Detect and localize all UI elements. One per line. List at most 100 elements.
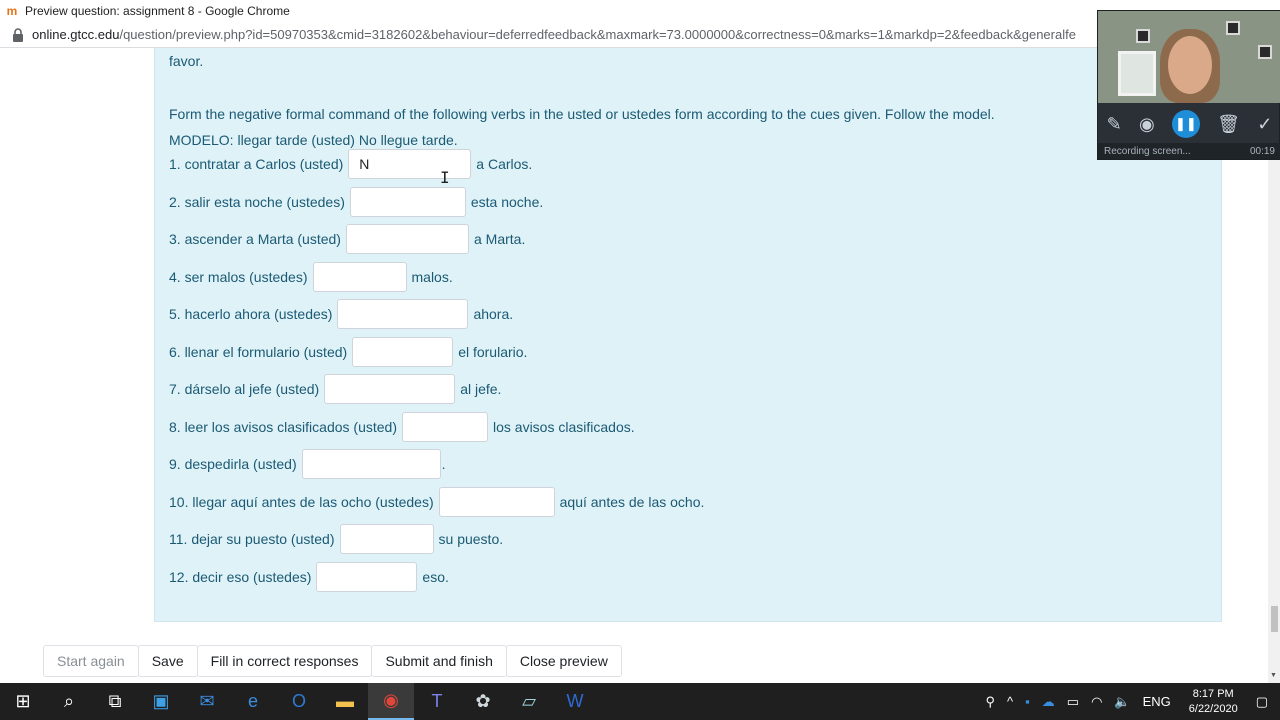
url-path: /question/preview.php?id=50970353&cmid=3…: [119, 27, 1076, 42]
paint-icon[interactable]: ✿: [460, 683, 506, 720]
app-tray-icon[interactable]: ▪: [1025, 694, 1030, 709]
window-title: Preview question: assignment 8 - Google …: [25, 4, 290, 18]
people-icon[interactable]: ⚲: [986, 694, 996, 710]
previous-text: favor.: [169, 53, 204, 69]
item-suffix: aquí antes de las ocho.: [559, 494, 705, 510]
trash-icon[interactable]: 🗑: [1217, 114, 1240, 135]
recording-status: Recording screen...: [1104, 145, 1191, 157]
webcam-picture-frame: [1226, 21, 1240, 35]
question-item-5: 5. hacerlo ahora (ustedes) ahora.: [169, 299, 513, 329]
webcam-window: [1118, 51, 1156, 96]
item-suffix: al jefe.: [460, 381, 502, 397]
fill-correct-responses-button[interactable]: Fill in correct responses: [196, 645, 373, 677]
item-suffix: los avisos clasificados.: [493, 419, 635, 435]
item-prompt: 4. ser malos (ustedes): [169, 269, 308, 285]
item-suffix: su puesto.: [438, 531, 504, 547]
item-prompt: 1. contratar a Carlos (usted): [169, 156, 344, 172]
page-content: favor. Form the negative formal command …: [0, 48, 1268, 683]
item-suffix: a Marta.: [473, 231, 526, 247]
question-item-1: 1. contratar a Carlos (usted) N a Carlos…: [169, 149, 532, 179]
recorder-status-bar: Recording screen... 00:19: [1098, 143, 1280, 159]
save-button[interactable]: Save: [137, 645, 198, 677]
pause-icon[interactable]: ❚❚: [1171, 110, 1200, 138]
item-prompt: 12. decir eso (ustedes): [169, 569, 312, 585]
address-bar[interactable]: online.gtcc.edu/question/preview.php?id=…: [0, 22, 1280, 48]
answer-input-1[interactable]: N: [348, 149, 472, 179]
word-icon[interactable]: W: [552, 683, 598, 720]
task-view-icon[interactable]: ⧉: [92, 683, 138, 720]
windows-start-icon[interactable]: ⊞: [0, 683, 46, 720]
item-suffix: malos.: [411, 269, 453, 285]
question-item-12: 12. decir eso (ustedes) eso.: [169, 562, 449, 592]
teams-icon[interactable]: T: [414, 683, 460, 720]
answer-input-11[interactable]: [339, 524, 434, 554]
scroll-down-arrow-icon[interactable]: ▼: [1270, 672, 1277, 679]
answer-input-9[interactable]: [301, 449, 441, 479]
notes-icon[interactable]: ▱: [506, 683, 552, 720]
question-item-11: 11. dejar su puesto (usted) su puesto.: [169, 524, 503, 554]
answer-input-5[interactable]: [337, 299, 469, 329]
file-explorer-icon[interactable]: ▬: [322, 683, 368, 720]
taskbar-clock[interactable]: 8:17 PM 6/22/2020: [1189, 687, 1238, 717]
answer-input-8[interactable]: [402, 412, 488, 442]
notifications-icon[interactable]: ▢: [1256, 694, 1268, 710]
webcam-preview: [1098, 11, 1280, 103]
url-text[interactable]: online.gtcc.edu/question/preview.php?id=…: [32, 27, 1076, 42]
onedrive-icon[interactable]: ☁: [1042, 694, 1055, 710]
item-prompt: 7. dárselo al jefe (usted): [169, 381, 320, 397]
store-icon[interactable]: ▣: [138, 683, 184, 720]
language-indicator[interactable]: ENG: [1143, 694, 1171, 709]
question-item-2: 2. salir esta noche (ustedes) esta noche…: [169, 187, 543, 217]
model-text: MODELO: llegar tarde (usted) No llegue t…: [169, 132, 458, 148]
url-host: online.gtcc.edu: [32, 27, 120, 42]
answer-input-12[interactable]: [316, 562, 418, 592]
pen-icon[interactable]: ✎: [1107, 114, 1122, 135]
answer-input-7[interactable]: [324, 374, 456, 404]
close-preview-button[interactable]: Close preview: [505, 645, 622, 677]
answer-input-2[interactable]: [349, 187, 466, 217]
submit-and-finish-button[interactable]: Submit and finish: [371, 645, 507, 677]
answer-input-6[interactable]: [352, 337, 454, 367]
question-item-7: 7. dárselo al jefe (usted) al jefe.: [169, 374, 501, 404]
webcam-picture-frame: [1258, 45, 1272, 59]
answer-input-4[interactable]: [312, 262, 407, 292]
answer-input-3[interactable]: [345, 224, 469, 254]
chrome-icon[interactable]: ◉: [368, 683, 414, 720]
text-cursor-icon: I: [440, 168, 450, 187]
preview-button-bar: Start again Save Fill in correct respons…: [43, 645, 622, 677]
lock-icon: [13, 27, 23, 42]
item-suffix: esta noche.: [470, 194, 544, 210]
recorder-toolbar: ✎ ◉ ❚❚ 🗑 ✓: [1098, 103, 1280, 145]
screen-recorder-widget: ✎ ◉ ❚❚ 🗑 ✓ Recording screen... 00:19: [1097, 10, 1280, 160]
mail-icon[interactable]: ✉: [184, 683, 230, 720]
system-tray: ⚲ ^ ▪ ☁ ▭ ◠ 🔈 ENG 8:17 PM 6/22/2020 ▢: [980, 683, 1280, 720]
question-item-4: 4. ser malos (ustedes) malos.: [169, 262, 453, 292]
answer-input-10[interactable]: [438, 487, 555, 517]
scrollbar-thumb[interactable]: [1271, 606, 1278, 632]
recording-time: 00:19: [1249, 145, 1275, 157]
webcam-icon[interactable]: ◉: [1139, 114, 1155, 135]
battery-icon[interactable]: ▭: [1067, 694, 1079, 710]
item-prompt: 3. ascender a Marta (usted): [169, 231, 341, 247]
done-check-icon[interactable]: ✓: [1257, 114, 1272, 135]
item-prompt: 11. dejar su puesto (usted): [169, 531, 335, 547]
item-suffix: el forulario.: [458, 344, 528, 360]
question-item-3: 3. ascender a Marta (usted) a Marta.: [169, 224, 525, 254]
windows-taskbar: ⊞ ⌕ ⧉ ▣ ✉ e O ▬ ◉ T ✿ ▱ W ⚲ ^ ▪ ☁ ▭ ◠ 🔈 …: [0, 683, 1280, 720]
start-again-button[interactable]: Start again: [43, 645, 139, 677]
show-hidden-icons-icon[interactable]: ^: [1007, 694, 1013, 709]
item-suffix: .: [441, 456, 446, 472]
item-prompt: 2. salir esta noche (ustedes): [169, 194, 345, 210]
outlook-icon[interactable]: O: [276, 683, 322, 720]
item-prompt: 6. llenar el formulario (usted): [169, 344, 348, 360]
edge-icon[interactable]: e: [230, 683, 276, 720]
item-prompt: 8. leer los avisos clasificados (usted): [169, 419, 397, 435]
volume-icon[interactable]: 🔈: [1114, 694, 1130, 710]
item-suffix: eso.: [422, 569, 449, 585]
moodle-favicon-icon: m: [6, 4, 18, 18]
item-suffix: ahora.: [473, 306, 514, 322]
search-icon[interactable]: ⌕: [46, 683, 92, 720]
wifi-icon[interactable]: ◠: [1091, 694, 1102, 710]
question-item-6: 6. llenar el formulario (usted) el forul…: [169, 337, 527, 367]
clock-time: 8:17 PM: [1192, 687, 1234, 700]
